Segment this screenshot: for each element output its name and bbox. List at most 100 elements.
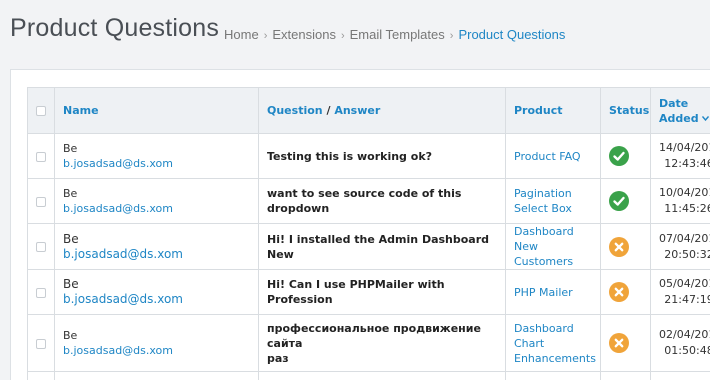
date-added: 07/04/2019 xyxy=(659,231,710,245)
questions-table: Name Question / Answer Product Status Da… xyxy=(27,87,710,380)
select-all-cell xyxy=(27,87,55,134)
time-added: 20:50:32 xyxy=(664,247,710,261)
status-cell xyxy=(600,178,651,224)
customer-name: Be xyxy=(63,142,78,155)
product-cell: Dashboard New Customers xyxy=(505,223,601,270)
row-select-cell xyxy=(27,314,55,372)
breadcrumb-home[interactable]: Home xyxy=(224,27,259,42)
table-row xyxy=(27,371,710,380)
time-added: 11:45:26 xyxy=(664,202,710,215)
status-cell xyxy=(600,133,651,179)
chevron-right-icon: › xyxy=(449,30,454,42)
row-select-cell xyxy=(27,178,55,224)
chevron-right-icon: › xyxy=(263,30,268,42)
column-header-product[interactable]: Product xyxy=(505,87,601,134)
product-link[interactable]: Dashboard New Customers xyxy=(514,224,592,269)
table-header-row: Name Question / Answer Product Status Da… xyxy=(27,87,710,134)
breadcrumb-email-templates[interactable]: Email Templates xyxy=(350,27,445,42)
column-header-name[interactable]: Name xyxy=(54,87,259,134)
date-cell xyxy=(650,371,710,380)
check-circle-icon[interactable] xyxy=(609,146,629,166)
table-row: Be b.josadsad@ds.xom Hi! Can I use PHPMai… xyxy=(27,269,710,315)
question-text[interactable]: Testing this is working ok? xyxy=(267,149,497,164)
product-link[interactable]: Dashboard Chart Enhancements xyxy=(514,321,596,366)
row-checkbox[interactable] xyxy=(36,196,46,207)
question-cell: Hi! I installed the Admin Dashboard New xyxy=(258,223,506,270)
status-cell xyxy=(600,269,651,315)
customer-cell xyxy=(54,371,259,380)
product-cell: Product FAQ xyxy=(505,133,601,179)
date-header-line2: Added xyxy=(659,111,710,126)
time-added: 01:50:48 xyxy=(664,344,710,357)
product-link[interactable]: PHP Mailer xyxy=(514,285,592,300)
customer-email[interactable]: b.josadsad@ds.xom xyxy=(63,343,250,358)
product-cell: Dashboard Chart Enhancements xyxy=(505,314,601,372)
customer-name: Be xyxy=(63,231,79,246)
product-cell xyxy=(505,371,601,380)
date-added: 02/04/2019 xyxy=(659,328,710,341)
times-circle-icon[interactable] xyxy=(609,282,629,302)
customer-email[interactable]: b.josadsad@ds.xom xyxy=(63,201,250,216)
date-cell: 07/04/2019 20:50:32 xyxy=(650,223,710,270)
row-checkbox[interactable] xyxy=(36,287,46,298)
question-text[interactable]: профессиональное продвижение сайта раз xyxy=(267,321,497,366)
times-circle-icon[interactable] xyxy=(609,236,629,257)
sort-question-link[interactable]: Question xyxy=(267,104,323,117)
date-cell: 14/04/2019 12:43:46 xyxy=(650,133,710,179)
page-title: Product Questions xyxy=(10,14,220,42)
customer-name: Be xyxy=(63,187,78,200)
date-cell: 02/04/2019 01:50:48 xyxy=(650,314,710,372)
page-header: Product Questions Home › Extensions › Email … xyxy=(0,0,710,70)
row-select-cell xyxy=(27,223,55,270)
check-circle-icon[interactable] xyxy=(609,191,629,211)
status-cell xyxy=(600,371,651,380)
column-header-date-added[interactable]: Date Added xyxy=(650,87,710,134)
select-all-checkbox[interactable] xyxy=(36,106,46,116)
row-select-cell xyxy=(27,133,55,179)
table-row: Be b.josadsad@ds.xom Testing this is work… xyxy=(27,133,710,179)
date-added: 14/04/2019 xyxy=(659,141,710,154)
breadcrumb-product-questions[interactable]: Product Questions xyxy=(458,27,565,42)
customer-name: Be xyxy=(63,277,79,291)
header-separator: / xyxy=(326,104,331,117)
customer-email[interactable]: b.josadsad@ds.xom xyxy=(63,156,250,171)
date-added: 05/04/2019 xyxy=(659,277,710,290)
question-cell xyxy=(258,371,506,380)
table-row: Be b.josadsad@ds.xom Hi! I installed the … xyxy=(27,223,710,270)
time-added: 21:47:19 xyxy=(664,293,710,306)
table-row: Be b.josadsad@ds.xom профессиональное про… xyxy=(27,314,710,372)
customer-cell: Be b.josadsad@ds.xom xyxy=(54,133,259,179)
customer-name: Be xyxy=(63,329,78,342)
customer-cell: Be b.josadsad@ds.xom xyxy=(54,269,259,315)
product-cell: Pagination Select Box xyxy=(505,178,601,224)
row-select-cell xyxy=(27,371,55,380)
date-cell: 05/04/2019 21:47:19 xyxy=(650,269,710,315)
sort-answer-link[interactable]: Answer xyxy=(334,104,380,117)
status-cell xyxy=(600,314,651,372)
times-circle-icon[interactable] xyxy=(609,333,629,353)
customer-email[interactable]: b.josadsad@ds.xom xyxy=(63,292,250,307)
row-checkbox[interactable] xyxy=(36,151,46,162)
date-added: 10/04/2019 xyxy=(659,186,710,199)
question-cell: Testing this is working ok? xyxy=(258,133,506,179)
customer-cell: Be b.josadsad@ds.xom xyxy=(54,178,259,224)
question-cell: want to see source code of this dropdown xyxy=(258,178,506,224)
question-text[interactable]: want to see source code of this dropdown xyxy=(267,186,497,216)
row-select-cell xyxy=(27,269,55,315)
customer-email[interactable]: b.josadsad@ds.xom xyxy=(63,247,250,262)
customer-cell: Be b.josadsad@ds.xom xyxy=(54,314,259,372)
chevron-right-icon: › xyxy=(340,30,345,42)
product-link[interactable]: Pagination Select Box xyxy=(514,186,592,216)
column-header-status[interactable]: Status xyxy=(600,87,651,134)
question-text[interactable]: Hi! Can I use PHPMailer with Profession xyxy=(267,277,497,307)
date-header-line1: Date xyxy=(659,96,689,110)
sort-desc-icon xyxy=(702,116,710,122)
date-cell: 10/04/2019 11:45:26 xyxy=(650,178,710,224)
breadcrumb-extensions[interactable]: Extensions xyxy=(272,27,336,42)
question-text[interactable]: Hi! I installed the Admin Dashboard New xyxy=(267,232,497,262)
question-cell: Hi! Can I use PHPMailer with Profession xyxy=(258,269,506,315)
product-cell: PHP Mailer xyxy=(505,269,601,315)
product-link[interactable]: Product FAQ xyxy=(514,149,592,164)
row-checkbox[interactable] xyxy=(36,338,46,349)
row-checkbox[interactable] xyxy=(36,242,46,252)
